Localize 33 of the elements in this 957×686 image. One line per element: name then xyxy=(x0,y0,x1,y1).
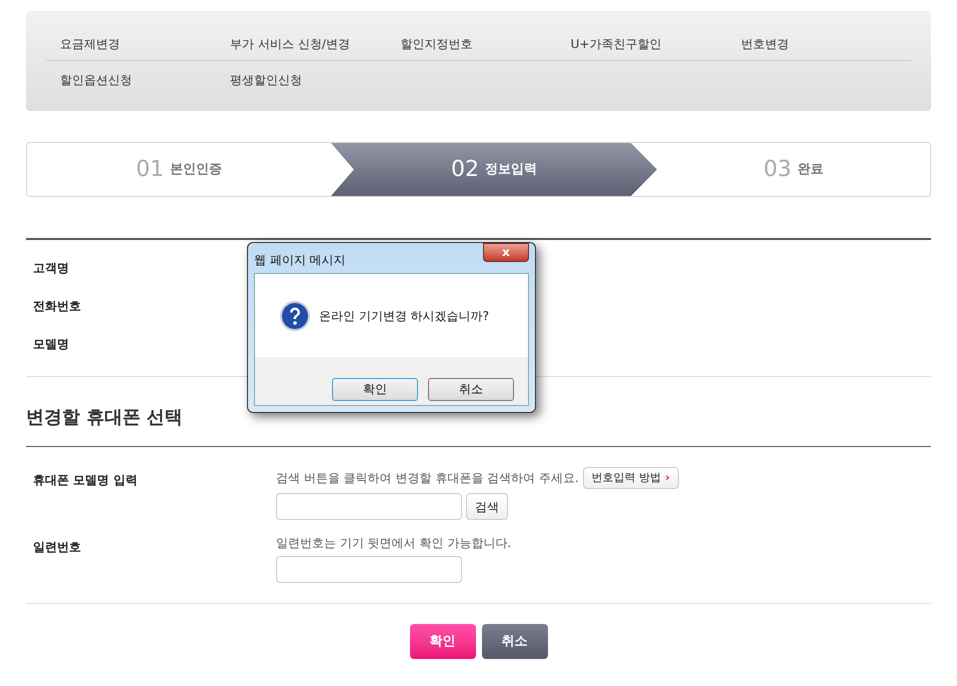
dialog-button[interactable]: 확인 xyxy=(332,378,418,400)
input-field[interactable] xyxy=(276,556,462,583)
step-label: 정보입력 xyxy=(485,160,537,179)
step-number: 01 xyxy=(136,156,164,184)
menu-link[interactable]: 할인옵션신청 xyxy=(60,71,230,89)
field-label: 고객명 xyxy=(33,260,69,276)
step-number: 02 xyxy=(451,156,479,184)
help-text: 일련번호는 기기 뒷면에서 확인 가능합니다. xyxy=(276,535,512,552)
step-label: 완료 xyxy=(798,160,824,179)
menu-link[interactable]: 번호변경 xyxy=(740,34,911,52)
menu-link[interactable]: 평생할인신청 xyxy=(230,71,400,89)
step-label: 본인인증 xyxy=(170,160,222,179)
menu-link[interactable]: 할인지정번호 xyxy=(400,34,571,52)
input-field[interactable] xyxy=(276,493,462,520)
dialog-button[interactable]: 취소 xyxy=(428,378,514,400)
help-text: 검색 버튼을 클릭하여 변경할 휴대폰을 검색하여 주세요. xyxy=(276,470,579,487)
confirm-button[interactable]: 확인 xyxy=(410,624,476,659)
menu-link[interactable]: U+가족친구할인 xyxy=(570,34,741,52)
search-button[interactable]: 검색 xyxy=(466,493,508,520)
step-number: 03 xyxy=(764,156,792,184)
field-label: 전화번호 xyxy=(33,298,81,314)
menu-link[interactable]: 요금제변경 xyxy=(60,34,230,52)
help-button[interactable]: 번호입력 방법 › xyxy=(582,467,679,489)
chevron-icon: › xyxy=(665,470,670,486)
section-title: 변경할 휴대폰 선택 xyxy=(26,406,184,430)
field-label: 휴대폰 모델명 입력 xyxy=(33,473,138,487)
cancel-button[interactable]: 취소 xyxy=(482,624,548,659)
field-label: 모델명 xyxy=(33,336,69,352)
menu-link[interactable]: 부가 서비스 신청/변경 xyxy=(230,34,400,52)
question-icon xyxy=(279,300,311,332)
dialog-title: 웹 페이지 메시지 xyxy=(254,252,346,269)
field-label: 일련번호 xyxy=(33,540,81,554)
dialog-message: 온라인 기기변경 하시겠습니까? xyxy=(319,308,489,324)
